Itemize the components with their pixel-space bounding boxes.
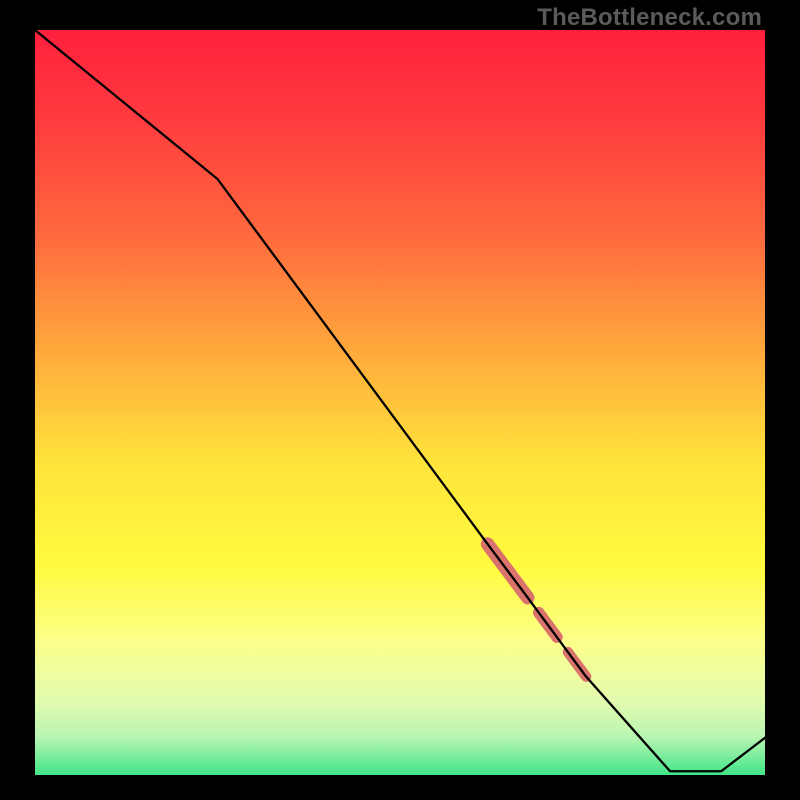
gradient-background — [35, 30, 765, 775]
chart-svg — [35, 30, 765, 775]
chart-frame: TheBottleneck.com — [0, 0, 800, 800]
plot-area — [35, 30, 765, 775]
watermark-text: TheBottleneck.com — [537, 4, 762, 32]
